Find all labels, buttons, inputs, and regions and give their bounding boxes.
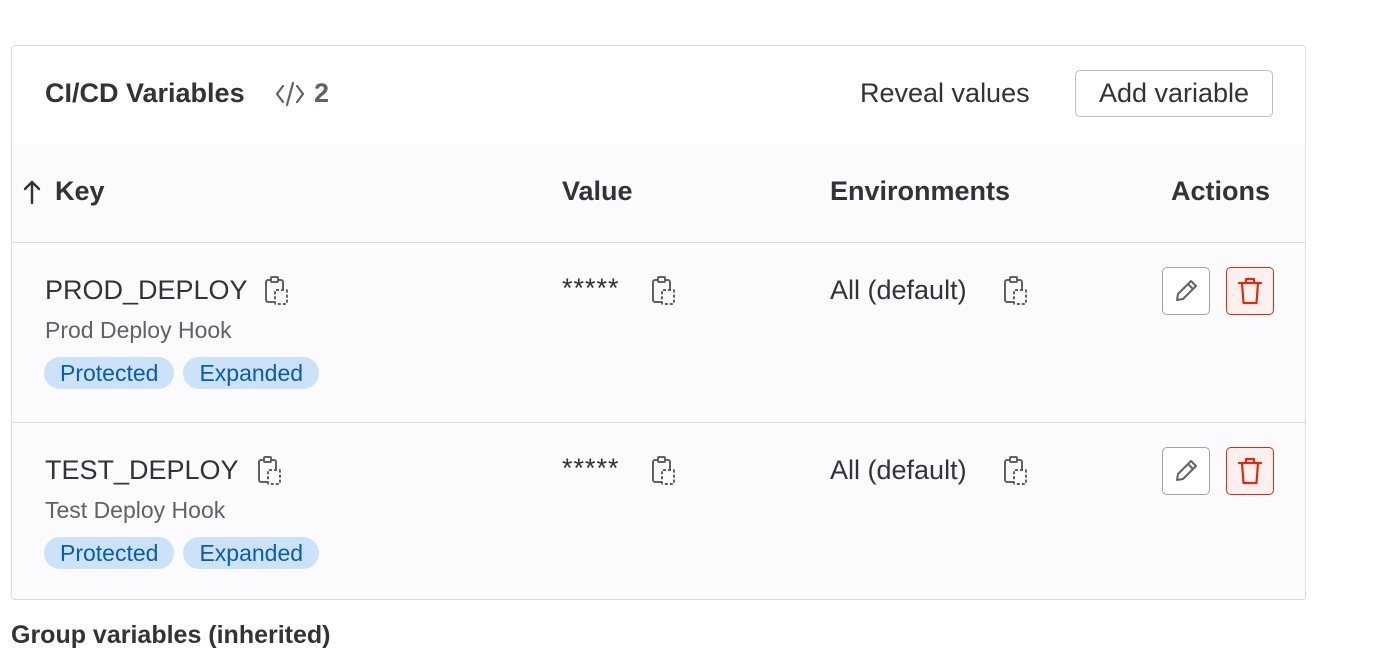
copy-to-clipboard-icon[interactable] bbox=[1002, 455, 1030, 487]
protected-badge: Protected bbox=[44, 537, 175, 569]
trash-icon bbox=[1237, 277, 1263, 305]
table-row: TEST_DEPLOY Test Deploy Hook Protected E… bbox=[12, 423, 1305, 599]
copy-to-clipboard-icon[interactable] bbox=[650, 275, 678, 307]
group-variables-heading: Group variables (inherited) bbox=[11, 621, 331, 649]
card-title: CI/CD Variables bbox=[45, 78, 245, 108]
badge-list: Protected Expanded bbox=[44, 537, 320, 569]
reveal-values-button[interactable]: Reveal values bbox=[860, 78, 1030, 109]
copy-to-clipboard-icon[interactable] bbox=[256, 455, 284, 487]
pencil-icon bbox=[1176, 460, 1197, 481]
badge-list: Protected Expanded bbox=[44, 357, 320, 389]
column-header-actions: Actions bbox=[1171, 176, 1271, 206]
variable-value: ***** bbox=[562, 453, 620, 483]
copy-to-clipboard-icon[interactable] bbox=[263, 275, 291, 307]
variable-description: Test Deploy Hook bbox=[45, 497, 226, 523]
edit-variable-button[interactable] bbox=[1162, 267, 1210, 315]
variable-key: TEST_DEPLOY bbox=[45, 455, 239, 485]
card-header: CI/CD Variables 2 Reveal values Add vari… bbox=[12, 46, 1305, 145]
code-icon bbox=[275, 81, 305, 106]
table-row: PROD_DEPLOY Prod Deploy Hook Protected E… bbox=[12, 243, 1305, 423]
variable-environment: All (default) bbox=[830, 275, 967, 305]
expanded-badge: Expanded bbox=[183, 357, 320, 389]
edit-variable-button[interactable] bbox=[1162, 447, 1210, 495]
variable-environment: All (default) bbox=[830, 455, 967, 485]
copy-to-clipboard-icon[interactable] bbox=[1002, 275, 1030, 307]
protected-badge: Protected bbox=[44, 357, 175, 389]
expanded-badge: Expanded bbox=[183, 537, 320, 569]
copy-to-clipboard-icon[interactable] bbox=[650, 455, 678, 487]
variable-description: Prod Deploy Hook bbox=[45, 317, 232, 343]
trash-icon bbox=[1237, 457, 1263, 485]
column-header-environments: Environments bbox=[830, 176, 1011, 206]
add-variable-button[interactable]: Add variable bbox=[1075, 70, 1273, 117]
variable-value: ***** bbox=[562, 273, 620, 303]
column-header-key[interactable]: Key bbox=[55, 176, 105, 207]
table-header: Key Value Environments Actions bbox=[12, 144, 1305, 243]
variable-count: 2 bbox=[274, 78, 329, 109]
variable-count-value: 2 bbox=[314, 78, 330, 108]
arrow-up-icon[interactable] bbox=[22, 179, 42, 205]
variable-key: PROD_DEPLOY bbox=[45, 275, 248, 305]
ci-cd-variables-card: CI/CD Variables 2 Reveal values Add vari… bbox=[11, 45, 1306, 600]
delete-variable-button[interactable] bbox=[1226, 267, 1274, 315]
column-header-value: Value bbox=[562, 176, 633, 206]
pencil-icon bbox=[1176, 280, 1197, 301]
delete-variable-button[interactable] bbox=[1226, 447, 1274, 495]
